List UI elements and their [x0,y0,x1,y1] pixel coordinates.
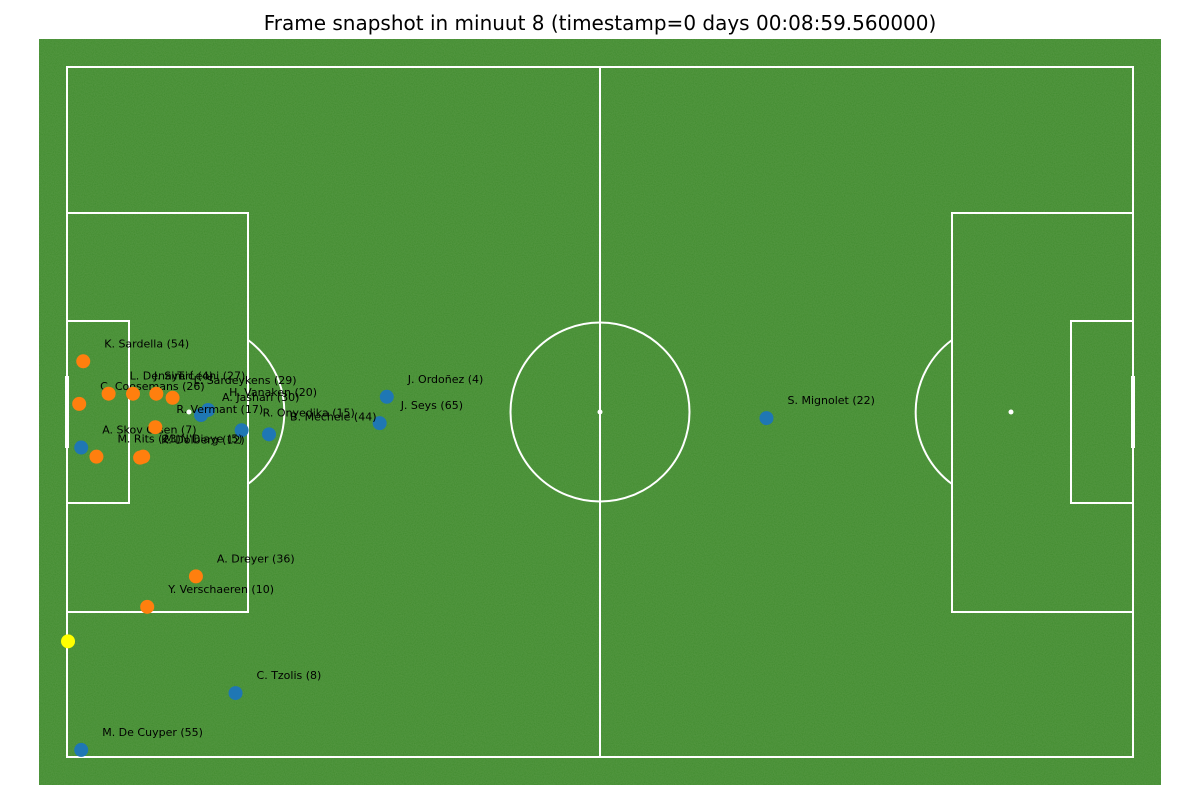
pitch-chart: J. Ordoñez (4) J. Seys (65) S. Mignolet (2… [39,39,1161,785]
player-point [149,386,164,401]
player-label: A. Dreyer (36) [217,552,295,565]
player-label: Y. Verschaeren (10) [167,583,274,596]
player-label: J. Seys (65) [400,399,463,412]
player-point [188,569,203,584]
player-point [759,411,774,426]
player-label: C. Tzolis (8) [257,669,322,682]
player-point [76,354,91,369]
player-point [74,742,89,757]
player-point [89,449,104,464]
player-label: M. De Cuyper (55) [102,726,203,739]
player-label: S. Mignolet (22) [787,394,874,407]
player-point [262,427,277,442]
right-penalty-spot [1008,409,1014,415]
player-point [74,440,89,455]
player-point [379,389,394,404]
player-label: K. Sardella (54) [104,337,189,350]
player-label: A. Jashari (30) [222,391,299,404]
player-label: J. Ordoñez (4) [407,373,484,386]
player-point [125,386,140,401]
centre-spot [597,409,603,415]
player-label: R. Vermant (17) [176,403,263,416]
player-label: L. Sardeykens (29) [194,374,297,387]
player-point [101,386,116,401]
player-point [140,599,155,614]
player-point [61,634,76,649]
player-point [72,396,87,411]
player-point [228,686,243,701]
player-label: M. N'Diaye (5) [164,433,242,446]
player-label: R. Onyedika (15) [263,406,355,419]
player-point [136,449,151,464]
